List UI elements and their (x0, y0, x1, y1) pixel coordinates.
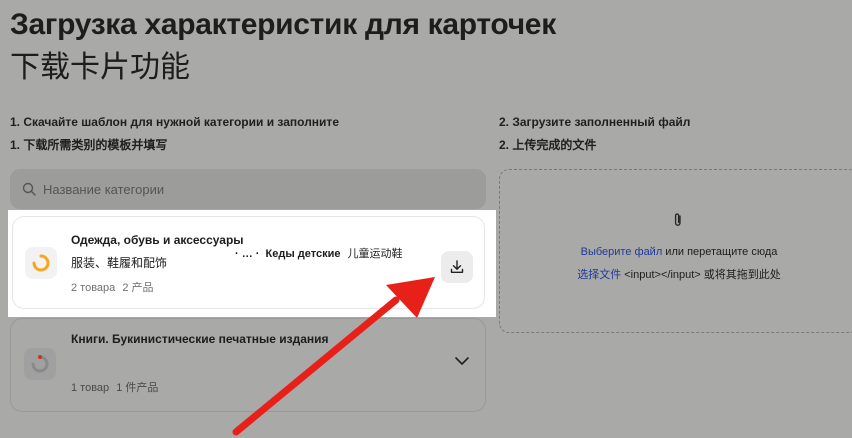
breadcrumb-leaf[interactable]: Кеды детские (266, 248, 341, 260)
category-icon (24, 348, 56, 380)
loading-ring-icon (32, 254, 50, 272)
category-name: Книги. Букинистические печатные издания (71, 332, 329, 346)
search-input[interactable] (41, 180, 486, 198)
drop-zone-text: Выберите файл или перетащите сюда (500, 246, 852, 259)
category-card-clothing[interactable]: Одежда, обувь и аксессуары 服装、鞋履和配饰 · … … (12, 216, 485, 309)
choose-file-link[interactable]: Выберите файл (581, 246, 663, 258)
category-card-books[interactable]: Книги. Букинистические печатные издания … (10, 318, 486, 412)
expand-button[interactable] (452, 354, 472, 368)
drop-zone-hint-cn: <input></input> 或将其拖到此处 (621, 269, 781, 281)
breadcrumb-leaf-cn: 儿童运动鞋 (347, 248, 403, 260)
drop-zone-text-cn: 选择文件 <input></input> 或将其拖到此处 (500, 269, 852, 282)
file-drop-zone[interactable]: Выберите файл или перетащите сюда 选择文件 <… (499, 169, 852, 333)
choose-file-link-cn[interactable]: 选择文件 (577, 269, 621, 281)
search-icon (22, 182, 36, 196)
loading-ring-icon (31, 355, 49, 373)
drop-zone-hint: или перетащите сюда (662, 246, 778, 258)
step-1-label-cn: 1. 下载所需类别的模板并填写 (10, 138, 168, 152)
product-count: 2 товара 2 产品 (71, 282, 154, 295)
paperclip-icon (674, 213, 681, 226)
category-breadcrumb: · … · Кеды детские 儿童运动鞋 (235, 248, 403, 261)
product-count-cn: 2 产品 (122, 282, 154, 294)
product-count: 1 товар 1 件产品 (71, 382, 158, 395)
chevron-down-icon (455, 357, 469, 365)
page-title: Загрузка характеристик для карточек (10, 8, 556, 41)
step-2-label: 2. Загрузите заполненный файл (499, 115, 691, 129)
download-template-button[interactable] (441, 251, 473, 283)
category-search[interactable] (10, 169, 486, 209)
category-name: Одежда, обувь и аксессуары (71, 233, 244, 247)
download-icon (450, 260, 464, 273)
step-2-label-cn: 2. 上传完成的文件 (499, 138, 597, 152)
step-1-label: 1. Скачайте шаблон для нужной категории … (10, 115, 339, 129)
page-title-cn: 下载卡片功能 (10, 51, 190, 84)
category-name-cn: 服装、鞋履和配饰 (71, 256, 168, 270)
product-count-ru: 1 товар (71, 382, 110, 394)
product-count-ru: 2 товара (71, 282, 116, 294)
product-count-cn: 1 件产品 (116, 382, 159, 394)
category-icon (25, 247, 57, 279)
breadcrumb-dots: · … · (235, 248, 260, 260)
